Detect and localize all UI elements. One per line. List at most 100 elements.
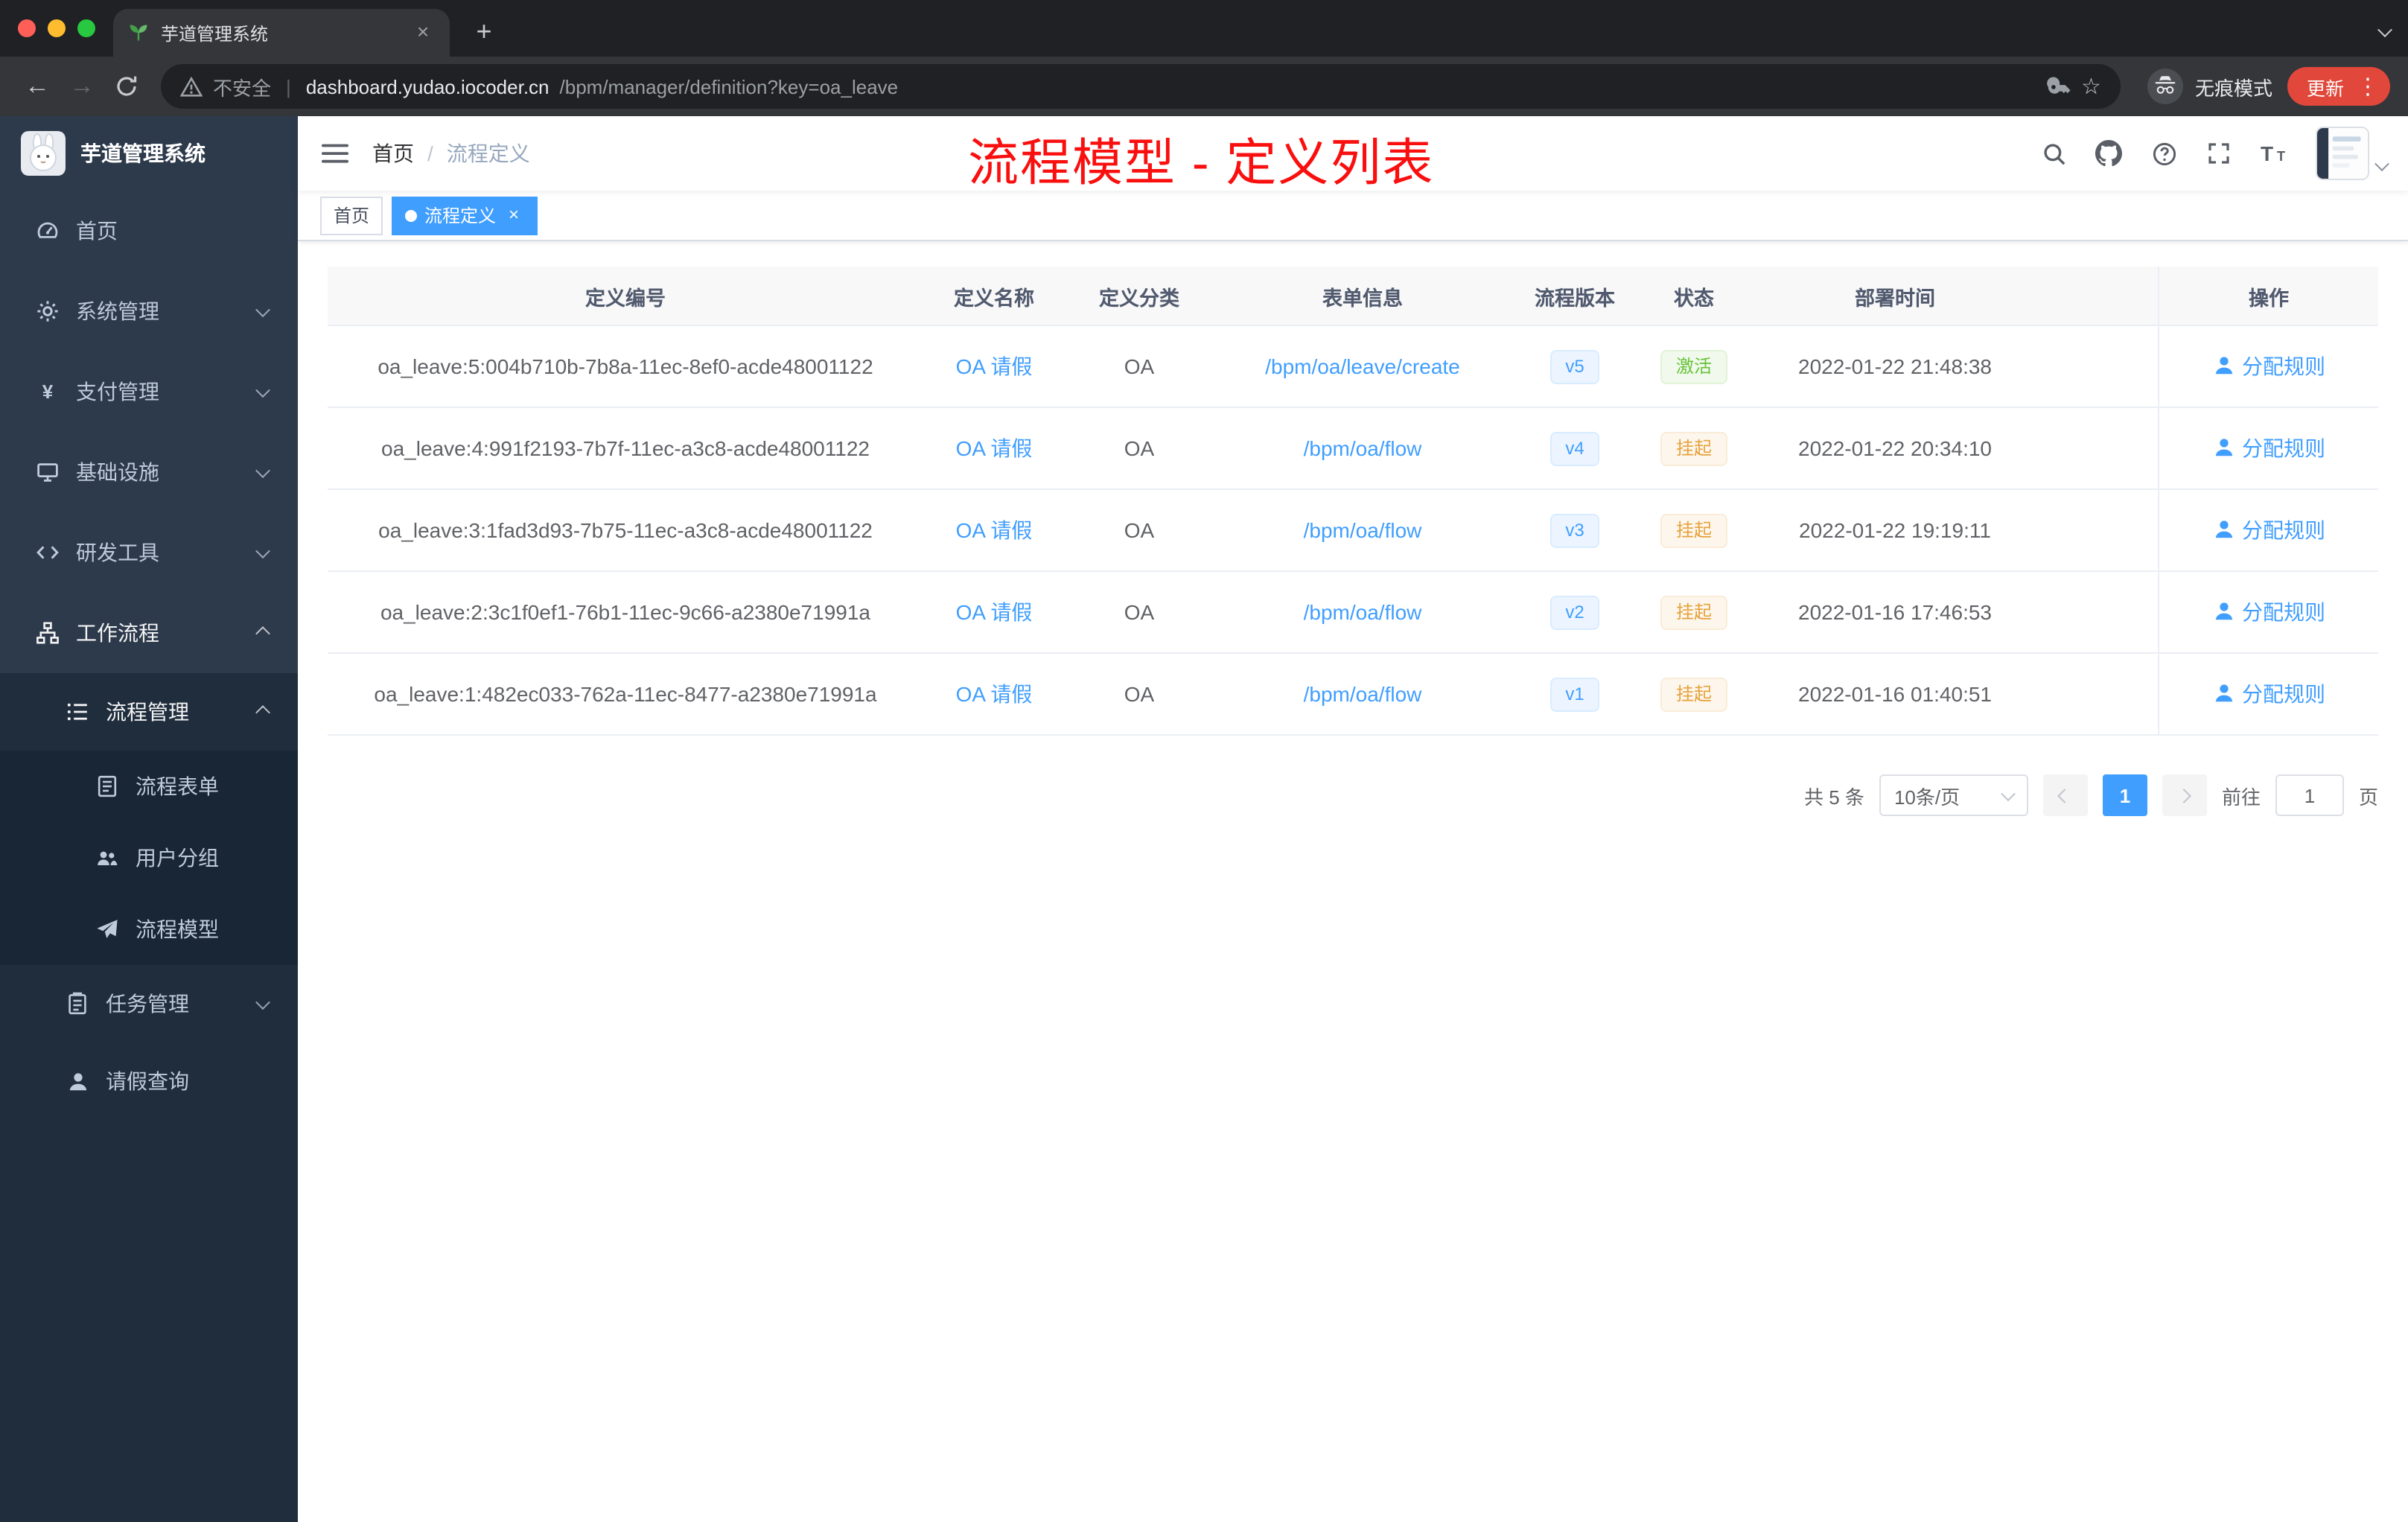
search-icon xyxy=(2041,141,2066,166)
goto-page-input[interactable] xyxy=(2275,774,2344,816)
github-button[interactable] xyxy=(2086,131,2131,176)
sidebar-item-infrastructure[interactable]: 基础设施 xyxy=(0,432,298,512)
sidebar-item-process-form[interactable]: 流程表单 xyxy=(0,751,298,822)
reload-button[interactable] xyxy=(104,64,149,109)
version-tag: v1 xyxy=(1550,677,1599,711)
form-link[interactable]: /bpm/oa/flow xyxy=(1304,518,1422,542)
form-link[interactable]: /bpm/oa/leave/create xyxy=(1265,354,1460,378)
cell-deploy-time: 2022-01-22 20:34:10 xyxy=(1750,408,2040,490)
user-icon xyxy=(2212,519,2235,541)
definition-name-link[interactable]: OA 请假 xyxy=(956,518,1033,542)
definitions-table: 定义编号定义名称定义分类表单信息流程版本状态部署时间操作 oa_leave:5:… xyxy=(328,267,2378,736)
font-size-button[interactable]: TT xyxy=(2252,131,2296,176)
sidebar-toggle-button[interactable] xyxy=(298,116,372,191)
view-tag-0[interactable]: 首页 xyxy=(320,196,383,235)
cell-definition-id: oa_leave:3:1fad3d93-7b75-11ec-a3c8-acde4… xyxy=(328,490,923,572)
tab-close-icon[interactable]: × xyxy=(411,21,435,45)
chevron-down-icon xyxy=(255,543,270,558)
dashboard-icon xyxy=(36,219,60,243)
main-area: 首页/流程定义 TT 流程模型 - 定义列表 首页流程定义× xyxy=(298,116,2408,1522)
cell-deploy-time: 2022-01-16 01:40:51 xyxy=(1750,654,2040,736)
address-bar[interactable]: 不安全 | dashboard.yudao.iocoder.cn/bpm/man… xyxy=(161,64,2121,109)
chevron-down-icon xyxy=(2374,156,2389,171)
tab-search-icon[interactable] xyxy=(2380,18,2390,45)
sidebar-item-payment[interactable]: ¥支付管理 xyxy=(0,351,298,432)
sidebar-item-process-management[interactable]: 流程管理 xyxy=(0,673,298,751)
chevron-up-icon xyxy=(255,704,270,719)
task-icon xyxy=(66,992,89,1016)
current-page-button[interactable]: 1 xyxy=(2103,774,2147,816)
svg-text:¥: ¥ xyxy=(42,380,54,403)
sidebar-item-task-management[interactable]: 任务管理 xyxy=(0,965,298,1042)
sidebar-item-leave-query[interactable]: 请假查询 xyxy=(0,1042,298,1120)
assign-rule-link[interactable]: 分配规则 xyxy=(2212,679,2325,709)
browser-tab[interactable]: 芋道管理系统 × xyxy=(113,9,450,57)
definition-name-link[interactable]: OA 请假 xyxy=(956,600,1033,624)
password-key-icon[interactable] xyxy=(2045,74,2071,99)
version-tag: v4 xyxy=(1550,431,1599,465)
header-actions: TT xyxy=(2031,127,2408,180)
browser-menu-kebab-icon[interactable]: ⋮ xyxy=(2354,73,2381,100)
back-button[interactable]: ← xyxy=(15,64,60,109)
forward-button[interactable]: → xyxy=(60,64,104,109)
tag-close-icon[interactable]: × xyxy=(503,205,524,226)
minimize-window-button[interactable] xyxy=(48,19,66,37)
form-icon xyxy=(95,774,119,798)
svg-text:T: T xyxy=(2260,142,2272,165)
bookmark-star-icon[interactable]: ☆ xyxy=(2081,73,2101,100)
view-tag-1[interactable]: 流程定义× xyxy=(392,196,538,235)
form-link[interactable]: /bpm/oa/flow xyxy=(1304,600,1422,624)
incognito-badge: 无痕模式 xyxy=(2147,69,2272,104)
sidebar-item-system[interactable]: 系统管理 xyxy=(0,271,298,351)
chevron-down-icon xyxy=(255,302,270,316)
status-tag: 挂起 xyxy=(1661,595,1727,629)
cell-category: OA xyxy=(1065,654,1214,736)
form-link[interactable]: /bpm/oa/flow xyxy=(1304,682,1422,706)
workflow-icon xyxy=(36,621,60,645)
url-path: /bpm/manager/definition?key=oa_leave xyxy=(560,75,899,98)
definition-name-link[interactable]: OA 请假 xyxy=(956,354,1033,378)
assign-rule-link[interactable]: 分配规则 xyxy=(2212,515,2325,545)
chevron-down-icon xyxy=(255,382,270,397)
fullscreen-icon xyxy=(2207,141,2231,165)
sidebar-item-workflow[interactable]: 工作流程 xyxy=(0,593,298,673)
version-tag: v5 xyxy=(1550,349,1599,383)
zoom-window-button[interactable] xyxy=(77,19,95,37)
new-tab-button[interactable]: + xyxy=(465,12,503,51)
sidebar: 芋道管理系统 首页系统管理¥支付管理基础设施研发工具工作流程 流程管理流程表单用… xyxy=(0,116,298,1522)
column-header: 状态 xyxy=(1638,267,1750,326)
form-link[interactable]: /bpm/oa/flow xyxy=(1304,436,1422,460)
fullscreen-button[interactable] xyxy=(2197,131,2241,176)
status-tag: 激活 xyxy=(1661,349,1727,383)
definition-name-link[interactable]: OA 请假 xyxy=(956,436,1033,460)
incognito-icon xyxy=(2153,74,2177,98)
close-window-button[interactable] xyxy=(18,19,36,37)
sidebar-item-process-model[interactable]: 流程模型 xyxy=(0,894,298,965)
tab-favicon-icon xyxy=(128,22,149,43)
prev-page-button[interactable] xyxy=(2043,774,2088,816)
search-button[interactable] xyxy=(2031,131,2076,176)
help-button[interactable] xyxy=(2141,131,2186,176)
table-row: oa_leave:2:3c1f0ef1-76b1-11ec-9c66-a2380… xyxy=(328,572,2378,654)
status-tag: 挂起 xyxy=(1661,677,1727,711)
sidebar-item-dev-tools[interactable]: 研发工具 xyxy=(0,512,298,593)
page-size-select[interactable]: 10条/页 xyxy=(1879,774,2028,816)
browser-window: 芋道管理系统 × + ← → 不安全 | dashboard.yudao.ioc… xyxy=(0,0,2408,1522)
breadcrumb-item[interactable]: 首页 xyxy=(372,138,414,168)
assign-rule-link[interactable]: 分配规则 xyxy=(2212,351,2325,381)
app-logo[interactable]: 芋道管理系统 xyxy=(0,116,298,191)
list-icon xyxy=(66,700,89,724)
next-page-button[interactable] xyxy=(2162,774,2207,816)
sidebar-item-user-group[interactable]: 用户分组 xyxy=(0,822,298,894)
column-header: 定义分类 xyxy=(1065,267,1214,326)
assign-rule-link[interactable]: 分配规则 xyxy=(2212,433,2325,463)
svg-text:T: T xyxy=(2276,149,2284,164)
update-button[interactable]: 更新 ⋮ xyxy=(2287,67,2390,106)
user-avatar[interactable] xyxy=(2316,127,2387,180)
page-size-value: 10条/页 xyxy=(1894,781,1960,809)
assign-rule-link[interactable]: 分配规则 xyxy=(2212,597,2325,627)
sidebar-item-home[interactable]: 首页 xyxy=(0,191,298,271)
definition-name-link[interactable]: OA 请假 xyxy=(956,682,1033,706)
tab-strip: 芋道管理系统 × + xyxy=(0,0,2408,57)
incognito-label: 无痕模式 xyxy=(2195,72,2272,101)
